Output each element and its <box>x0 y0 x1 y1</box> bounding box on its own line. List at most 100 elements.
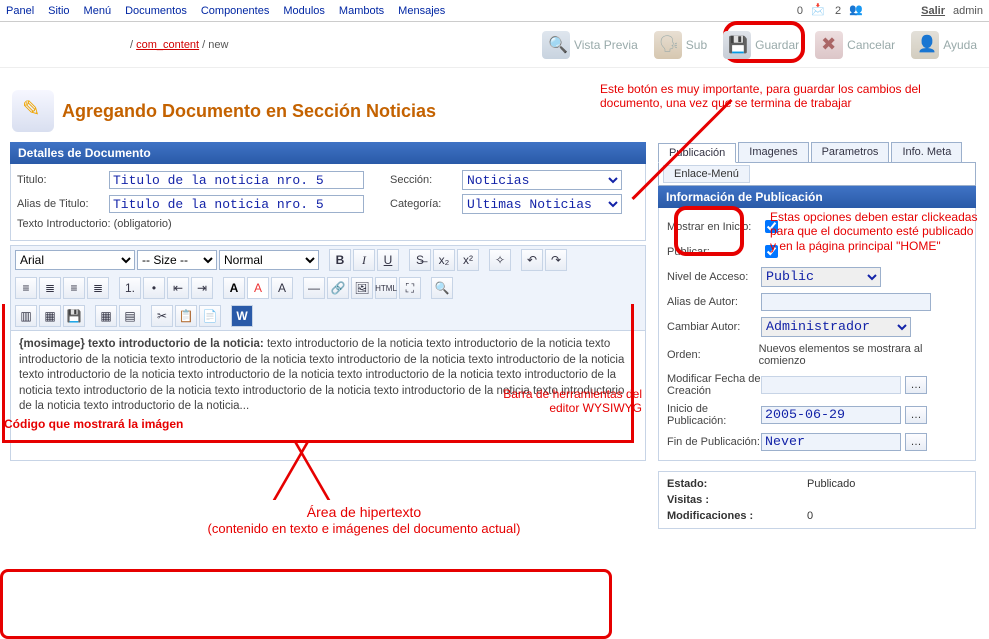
mail-icon[interactable]: 📩 <box>811 3 827 19</box>
input-inicio[interactable] <box>761 406 901 424</box>
new-button[interactable]: ▥ <box>15 305 37 327</box>
copy-button[interactable]: 📋 <box>175 305 197 327</box>
menu-sitio[interactable]: Sitio <box>48 5 69 17</box>
select-nivel[interactable]: Public <box>761 267 881 287</box>
user-count: 2 <box>835 5 841 17</box>
subscript-button[interactable]: x₂ <box>433 249 455 271</box>
annotation-stroke <box>631 304 634 442</box>
input-alias[interactable] <box>109 195 364 213</box>
breadcrumb: / com_content / new <box>0 39 228 51</box>
clear-format-button[interactable]: ✧ <box>489 249 511 271</box>
align-center-button[interactable]: ≣ <box>39 277 61 299</box>
outdent-button[interactable]: ⇤ <box>167 277 189 299</box>
ordered-list-button[interactable]: 1. <box>119 277 141 299</box>
btn-fin-picker[interactable]: … <box>905 433 927 451</box>
input-aliasautor[interactable] <box>761 293 931 311</box>
redo-button[interactable]: ↷ <box>545 249 567 271</box>
btn-modfc-picker[interactable]: … <box>905 376 927 394</box>
preview-button[interactable]: Vista Previa <box>538 29 642 61</box>
hr-button[interactable]: — <box>303 277 325 299</box>
link-button[interactable]: 🔗 <box>327 277 349 299</box>
cancel-icon <box>815 31 843 59</box>
forecolor-button[interactable]: A <box>223 277 245 299</box>
lbl-orden: Orden: <box>667 349 759 361</box>
select-cambiar[interactable]: Administrador <box>761 317 911 337</box>
tab-imagenes[interactable]: Imagenes <box>738 142 808 162</box>
lbl-mods: Modificaciones : <box>667 510 807 522</box>
align-justify-button[interactable]: ≣ <box>87 277 109 299</box>
sub-button[interactable]: Sub <box>650 29 711 61</box>
page-title: Agregando Documento en Sección Noticias <box>62 101 436 122</box>
paste-button[interactable]: 📄 <box>199 305 221 327</box>
open-button[interactable]: ▦ <box>39 305 61 327</box>
save-button[interactable]: Guardar <box>719 29 803 61</box>
menu-documentos[interactable]: Documentos <box>125 5 187 17</box>
input-fin[interactable] <box>761 433 901 451</box>
select-seccion[interactable]: Noticias <box>462 170 622 190</box>
cancel-button[interactable]: Cancelar <box>811 29 899 61</box>
pub-panel-title: Información de Publicación <box>658 186 976 208</box>
cut-button[interactable]: ✂ <box>151 305 173 327</box>
annotation-area-title: Área de hipertexto <box>307 504 421 520</box>
tab-info-meta[interactable]: Info. Meta <box>891 142 962 162</box>
editor-toolbar: Arial -- Size -- Normal B I U S̶ x₂ x² ✧… <box>10 245 646 331</box>
annotation-save-text: Este botón es muy importante, para guard… <box>600 82 980 111</box>
menu-panel[interactable]: Panel <box>6 5 34 17</box>
search-button[interactable]: 🔍 <box>431 277 453 299</box>
image-button[interactable]: 🖼 <box>351 277 373 299</box>
users-icon[interactable]: 👥 <box>849 3 865 19</box>
annotation-imgcode-text: Código que mostrará la imágen <box>4 417 183 431</box>
cancel-label: Cancelar <box>847 38 895 52</box>
underline-button[interactable]: U <box>377 249 399 271</box>
unordered-list-button[interactable]: • <box>143 277 165 299</box>
input-modfc[interactable] <box>761 376 901 394</box>
fullscreen-button[interactable]: ⛶ <box>399 277 421 299</box>
superscript-button[interactable]: x² <box>457 249 479 271</box>
breadcrumb-suffix: / new <box>199 39 228 51</box>
logout-link[interactable]: Salir <box>921 5 945 17</box>
cell-button[interactable]: ▤ <box>119 305 141 327</box>
val-mods: 0 <box>807 510 967 522</box>
menu-modulos[interactable]: Modulos <box>283 5 325 17</box>
lbl-cambiar: Cambiar Autor: <box>667 321 761 333</box>
sub-label: Sub <box>686 38 707 52</box>
backcolor-button[interactable]: A <box>247 277 269 299</box>
lbl-seccion: Sección: <box>390 174 462 186</box>
font-size-select[interactable]: -- Size -- <box>137 250 217 270</box>
help-button[interactable]: Ayuda <box>907 29 981 61</box>
table-button[interactable]: ▦ <box>95 305 117 327</box>
val-estado: Publicado <box>807 478 967 490</box>
savefile-button[interactable]: 💾 <box>63 305 85 327</box>
lbl-estado: Estado: <box>667 478 807 490</box>
annotation-area-sub: (contenido en texto e imágenes del docum… <box>144 521 584 537</box>
format-select[interactable]: Normal <box>219 250 319 270</box>
document-icon <box>12 90 54 132</box>
msg-count: 0 <box>797 5 803 17</box>
select-categoria[interactable]: Ultimas Noticias <box>462 194 622 214</box>
italic-button[interactable]: I <box>353 249 375 271</box>
align-right-button[interactable]: ≡ <box>63 277 85 299</box>
html-button[interactable]: HTML <box>375 277 397 299</box>
indent-button[interactable]: ⇥ <box>191 277 213 299</box>
strike-button[interactable]: S̶ <box>409 249 431 271</box>
font-family-select[interactable]: Arial <box>15 250 135 270</box>
menu-mensajes[interactable]: Mensajes <box>398 5 445 17</box>
fontcolor2-button[interactable]: A <box>271 277 293 299</box>
align-left-button[interactable]: ≡ <box>15 277 37 299</box>
breadcrumb-link[interactable]: com_content <box>136 39 199 51</box>
tab-parametros[interactable]: Parametros <box>811 142 890 162</box>
undo-button[interactable]: ↶ <box>521 249 543 271</box>
menu-menu[interactable]: Menú <box>84 5 112 17</box>
btn-inicio-picker[interactable]: … <box>905 406 927 424</box>
subtab-enlace-menu[interactable]: Enlace-Menú <box>663 165 750 183</box>
annotation-ring-checkboxes <box>674 206 744 256</box>
lbl-titulo: Titulo: <box>17 174 109 186</box>
mosimage-tag: {mosimage} <box>19 338 85 350</box>
input-titulo[interactable] <box>109 171 364 189</box>
bold-button[interactable]: B <box>329 249 351 271</box>
save-icon <box>723 31 751 59</box>
menu-componentes[interactable]: Componentes <box>201 5 270 17</box>
word-button[interactable]: W <box>231 305 253 327</box>
menu-mambots[interactable]: Mambots <box>339 5 384 17</box>
help-label: Ayuda <box>943 38 977 52</box>
